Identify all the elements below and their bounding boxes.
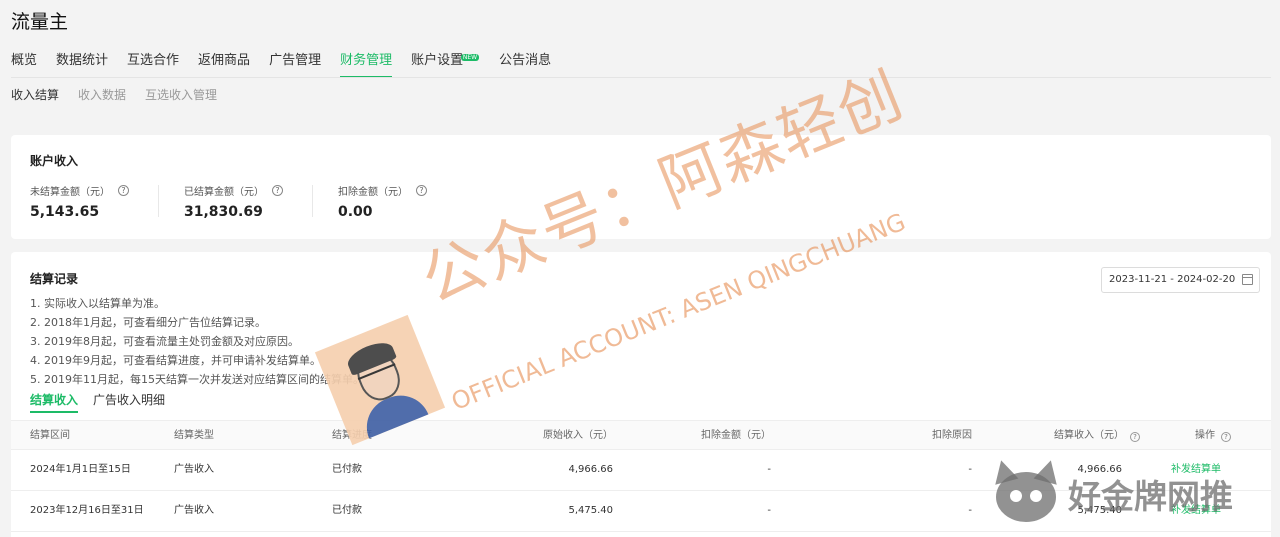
col-reason: 扣除原因 — [932, 430, 972, 441]
stat-label: 已结算金额（元） — [184, 187, 264, 198]
main-nav: 概览 数据统计 互选合作 返佣商品 广告管理 财务管理 账户设置 NEW 公告消… — [11, 52, 570, 78]
note-item: 3. 2019年8月起，可查看流量主处罚金额及对应原因。 — [30, 335, 299, 348]
tab-mutual-cooperation[interactable]: 互选合作 — [127, 52, 179, 78]
col-income: 结算收入（元）? — [1054, 421, 1140, 450]
stat-value: 31,830.69 — [184, 204, 263, 220]
tab-ad-income-detail[interactable]: 广告收入明细 — [93, 391, 165, 413]
col-deduct: 扣除金额（元） — [701, 430, 771, 441]
stat-divider — [312, 185, 313, 217]
help-icon[interactable]: ? — [1130, 432, 1140, 442]
cell-income: 5,475.40 — [1077, 505, 1122, 516]
date-range-value: 2023-11-21 - 2024-02-20 — [1109, 274, 1236, 285]
cell-income: 4,966.66 — [1077, 464, 1122, 475]
tab-settlement-income[interactable]: 结算收入 — [30, 391, 79, 413]
col-type: 结算类型 — [174, 430, 214, 441]
settlement-table: 结算区间 结算类型 结算进度 原始收入（元） 扣除金额（元） 扣除原因 结算收入… — [11, 420, 1271, 532]
records-tabs: 结算收入 广告收入明细 — [30, 391, 180, 413]
help-icon[interactable]: ? — [272, 185, 283, 196]
note-item: 5. 2019年11月起，每15天结算一次并发送对应结算区间的结算单。 — [30, 373, 364, 386]
subtab-income-settlement[interactable]: 收入结算 — [11, 86, 59, 103]
reissue-statement-link[interactable]: 补发结算单 — [1171, 491, 1221, 531]
col-original: 原始收入（元） — [543, 430, 613, 441]
stat-label: 扣除金额（元） — [338, 187, 408, 198]
stat-divider — [158, 185, 159, 217]
help-icon[interactable]: ? — [118, 185, 129, 196]
col-action-label: 操作 — [1195, 430, 1215, 441]
tab-account-settings[interactable]: 账户设置 NEW — [411, 52, 480, 78]
account-stats: 未结算金额（元）? 5,143.65 已结算金额（元）? 31,830.69 扣… — [30, 183, 492, 220]
tab-statistics[interactable]: 数据统计 — [56, 52, 108, 78]
notes-list: 1. 实际收入以结算单为准。 2. 2018年1月起，可查看细分广告位结算记录。… — [30, 294, 364, 389]
cell-deduct: - — [767, 505, 771, 516]
stat-unsettled: 未结算金额（元）? 5,143.65 — [30, 183, 184, 220]
tab-overview[interactable]: 概览 — [11, 52, 37, 78]
subtab-income-data[interactable]: 收入数据 — [78, 86, 126, 103]
tab-account-settings-label: 账户设置 — [411, 53, 464, 68]
table-header: 结算区间 结算类型 结算进度 原始收入（元） 扣除金额（元） 扣除原因 结算收入… — [11, 420, 1271, 450]
stat-value: 0.00 — [338, 204, 373, 220]
stat-settled: 已结算金额（元）? 31,830.69 — [158, 183, 338, 220]
table-row: 2023年12月16日至31日 广告收入 已付款 5,475.40 - - 5,… — [11, 491, 1271, 532]
cell-original: 5,475.40 — [568, 505, 613, 516]
cell-period: 2023年12月16日至31日 — [30, 505, 144, 516]
date-range-picker[interactable]: 2023-11-21 - 2024-02-20 — [1101, 267, 1260, 293]
note-item: 1. 实际收入以结算单为准。 — [30, 297, 165, 310]
settlement-records-title: 结算记录 — [30, 272, 79, 286]
tab-finance[interactable]: 财务管理 — [340, 52, 393, 78]
calendar-icon — [1242, 274, 1253, 285]
table-row: 2024年1月1日至15日 广告收入 已付款 4,966.66 - - 4,96… — [11, 450, 1271, 491]
col-income-label: 结算收入（元） — [1054, 430, 1124, 441]
cell-type: 广告收入 — [174, 464, 214, 475]
note-item: 2. 2018年1月起，可查看细分广告位结算记录。 — [30, 316, 266, 329]
cell-deduct: - — [767, 464, 771, 475]
cell-reason: - — [968, 505, 972, 516]
cell-original: 4,966.66 — [568, 464, 613, 475]
sub-nav: 收入结算 收入数据 互选收入管理 — [11, 86, 236, 103]
tab-ad-management[interactable]: 广告管理 — [269, 52, 321, 78]
cell-period: 2024年1月1日至15日 — [30, 464, 131, 475]
cell-reason: - — [968, 464, 972, 475]
app-title: 流量主 — [11, 11, 69, 33]
col-period: 结算区间 — [30, 430, 70, 441]
settlement-records-card: 结算记录 2023-11-21 - 2024-02-20 1. 实际收入以结算单… — [11, 252, 1271, 537]
nav-divider — [11, 77, 1271, 78]
col-status: 结算进度 — [332, 430, 372, 441]
new-badge: NEW — [460, 54, 480, 61]
note-item: 4. 2019年9月起，可查看结算进度，并可申请补发结算单。 — [30, 354, 321, 367]
subtab-mutual-income[interactable]: 互选收入管理 — [145, 86, 217, 103]
tab-commission-goods[interactable]: 返佣商品 — [198, 52, 250, 78]
stat-value: 5,143.65 — [30, 204, 100, 220]
reissue-statement-link[interactable]: 补发结算单 — [1171, 450, 1221, 490]
stat-label: 未结算金额（元） — [30, 187, 110, 198]
help-icon[interactable]: ? — [416, 185, 427, 196]
account-income-card: 账户收入 未结算金额（元）? 5,143.65 已结算金额（元）? 31,830… — [11, 135, 1271, 239]
cell-status: 已付款 — [332, 464, 362, 475]
stat-deducted: 扣除金额（元）? 0.00 — [312, 183, 492, 220]
cell-type: 广告收入 — [174, 505, 214, 516]
account-income-title: 账户收入 — [30, 154, 79, 168]
help-icon[interactable]: ? — [1221, 432, 1231, 442]
col-action: 操作? — [1195, 421, 1231, 450]
tab-announcements[interactable]: 公告消息 — [499, 52, 551, 78]
cell-status: 已付款 — [332, 505, 362, 516]
